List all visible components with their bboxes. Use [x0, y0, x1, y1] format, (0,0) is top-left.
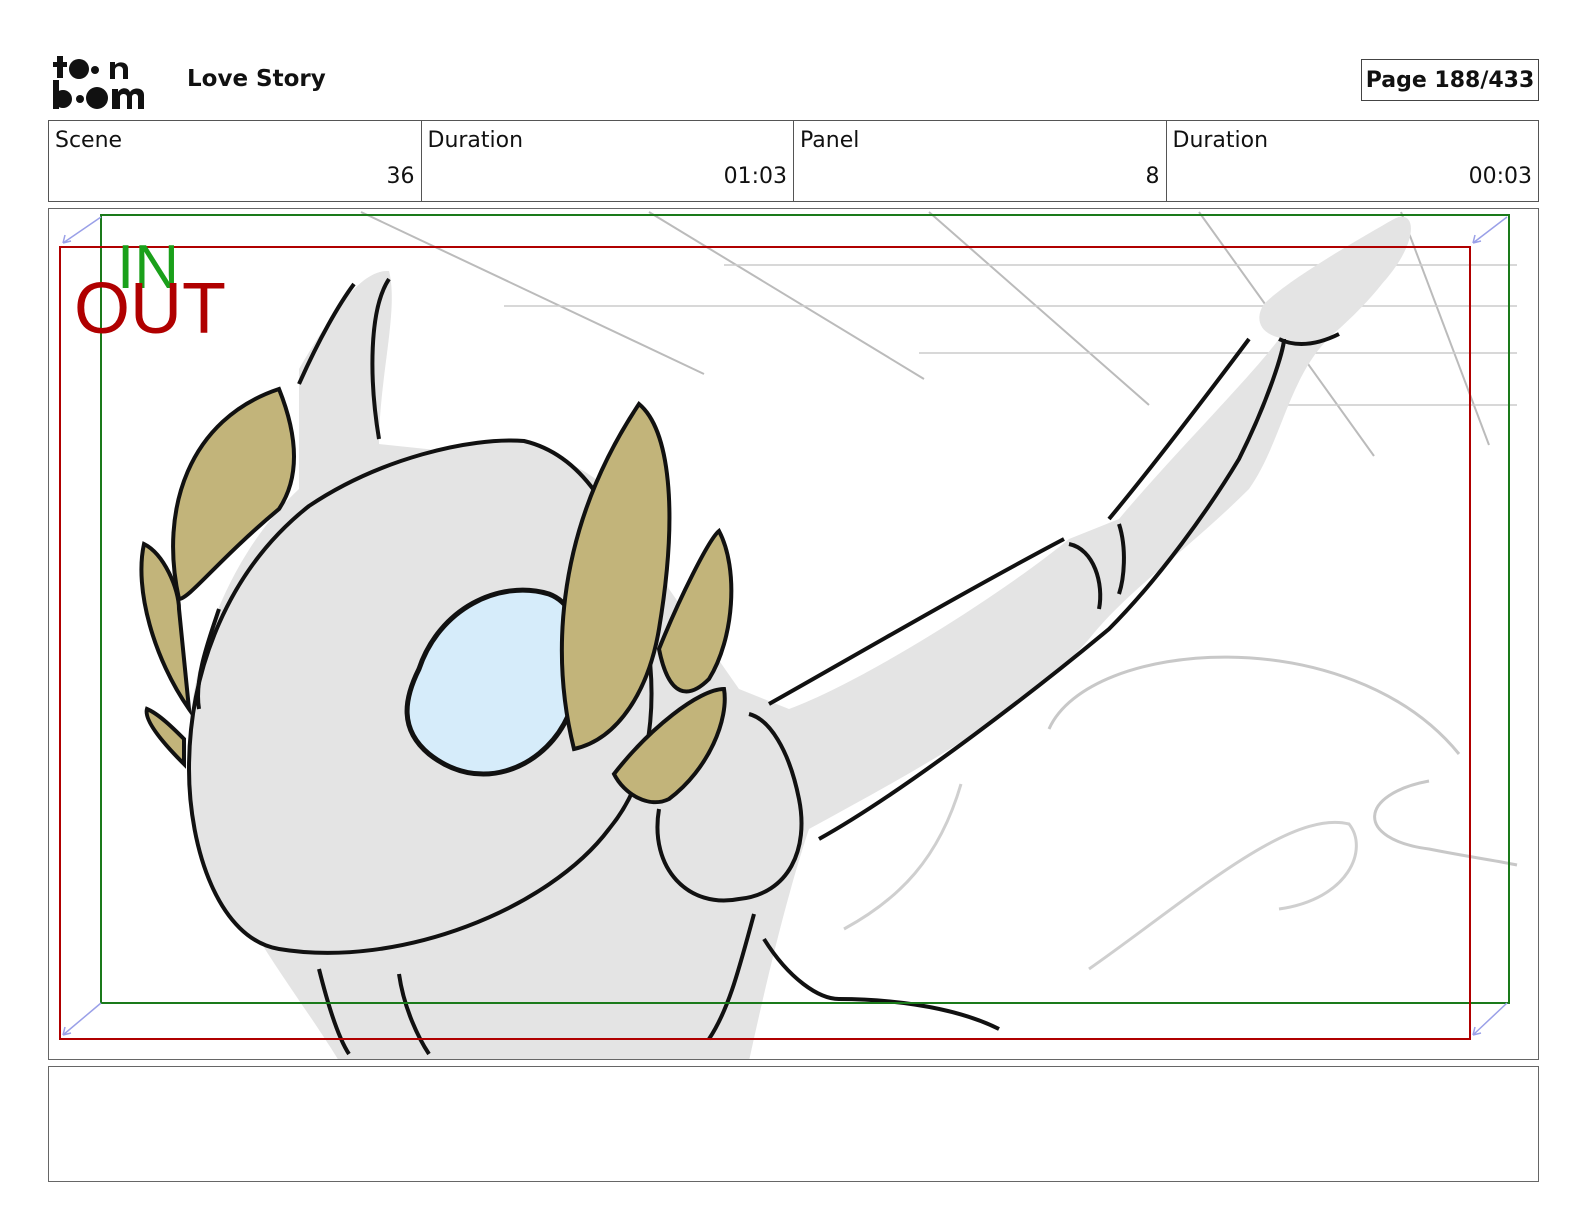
project-title: Love Story: [187, 66, 326, 92]
scene-value: 36: [386, 164, 415, 189]
panel-drawing: [59, 211, 1518, 1059]
storyboard-panel-image: IN OUT: [48, 208, 1539, 1060]
scene-duration-cell: Duration 01:03: [422, 121, 794, 201]
panel-duration-label: Duration: [1172, 128, 1269, 153]
panel-duration-value: 00:03: [1468, 164, 1532, 189]
toonboom-logo: [53, 56, 144, 109]
panel-cell: Panel 8: [794, 121, 1167, 201]
out-marker: OUT: [74, 269, 226, 349]
character-hair-right: [559, 401, 734, 805]
scene-cell: Scene 36: [49, 121, 422, 201]
scene-duration-label: Duration: [427, 128, 524, 153]
panel-duration-cell: Duration 00:03: [1167, 121, 1539, 201]
panel-label: Panel: [800, 128, 860, 153]
scene-label: Scene: [55, 128, 123, 153]
panel-notes-box[interactable]: [48, 1066, 1539, 1182]
page-indicator: Page 188/433: [1361, 59, 1539, 101]
scene-duration-value: 01:03: [723, 164, 787, 189]
panel-value: 8: [1145, 164, 1160, 189]
scene-info-row: Scene 36 Duration 01:03 Panel 8 Duration…: [48, 120, 1539, 202]
